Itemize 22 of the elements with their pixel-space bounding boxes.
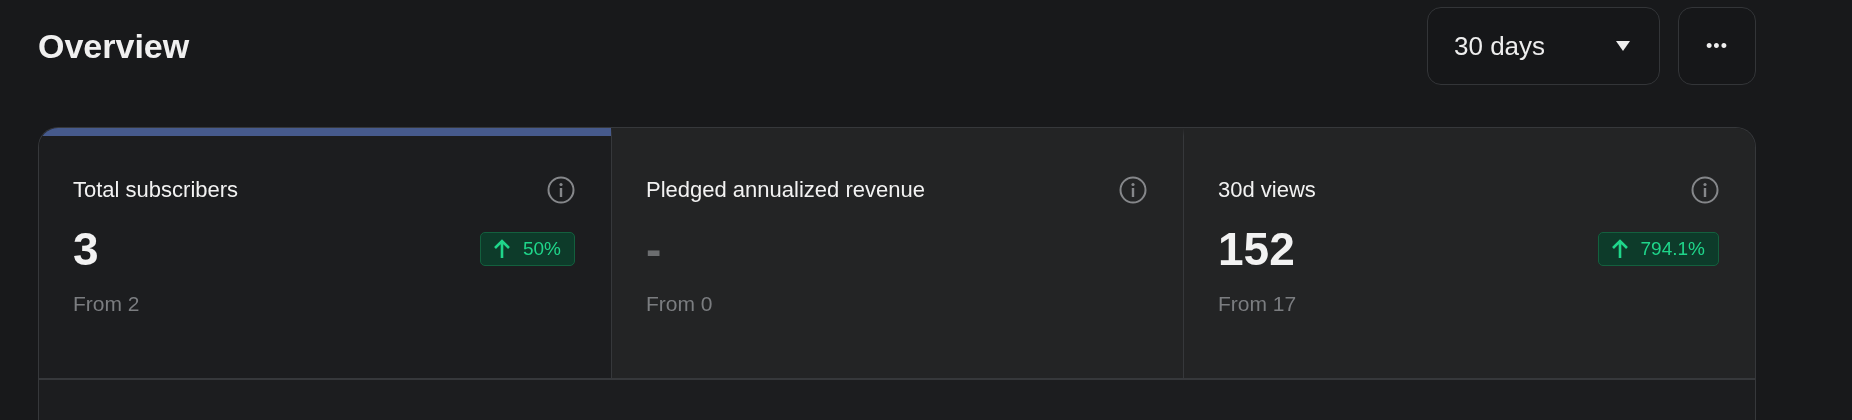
stat-value: 152	[1218, 222, 1295, 276]
arrow-up-icon	[1610, 239, 1629, 259]
stat-title: 30d views	[1218, 177, 1316, 203]
stat-value: -	[646, 222, 662, 276]
page-title: Overview	[38, 27, 190, 66]
previous-value: From 2	[73, 292, 141, 316]
stat-title: Pledged annualized revenue	[646, 177, 925, 203]
range-dropdown[interactable]: 30 days	[1427, 7, 1660, 85]
caret-icon	[1615, 40, 1631, 52]
arrow-up-icon	[492, 239, 511, 259]
change-badge: 50%	[479, 232, 575, 266]
info-icon	[1119, 176, 1147, 204]
info-icon	[547, 176, 575, 204]
previous-value: From 0	[646, 292, 714, 316]
stat-value: 3	[73, 222, 99, 276]
previous-value: From 17	[1218, 292, 1298, 316]
stat-card[interactable]: 30d views 152 794.1% From 17	[1183, 128, 1755, 378]
change-badge: 794.1%	[1597, 232, 1719, 266]
more-button[interactable]: •••	[1678, 7, 1756, 85]
stat-title: Total subscribers	[73, 177, 239, 203]
stat-card[interactable]: Pledged annualized revenue - From 0	[611, 128, 1183, 378]
info-icon	[1691, 176, 1719, 204]
